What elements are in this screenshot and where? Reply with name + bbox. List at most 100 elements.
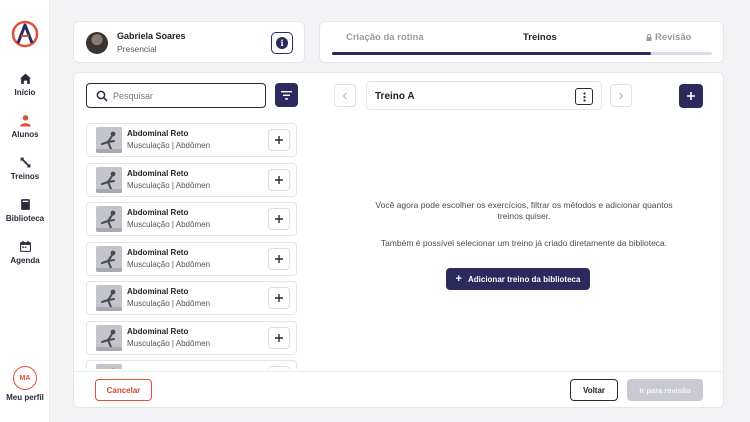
add-workout-button[interactable] xyxy=(679,84,703,108)
exercise-figure-icon xyxy=(96,245,122,272)
exercise-list: Abdominal Reto Musculação | Abdômen Abdomi… xyxy=(86,123,298,369)
filter-icon xyxy=(281,90,292,100)
sidebar-item-label: Agenda xyxy=(10,256,40,265)
exercise-item[interactable]: Abdominal Reto Musculação | Abdômen xyxy=(86,162,297,197)
plus-icon xyxy=(275,254,283,263)
exercise-figure-icon xyxy=(96,127,122,153)
steps-progress-track xyxy=(332,52,712,55)
profile-label[interactable]: Meu perfil xyxy=(0,393,50,402)
add-from-library-button[interactable]: + Adicionar treino da biblioteca xyxy=(446,268,590,290)
exercise-name: Abdominal Reto xyxy=(127,326,189,336)
empty-state-message: Você agora pode escolher os exercícios, … xyxy=(375,200,673,221)
user-icon xyxy=(19,115,31,127)
add-exercise-button[interactable] xyxy=(268,366,290,369)
step-revisao-label: Revisão xyxy=(655,32,692,43)
sidebar-item-label: Alunos xyxy=(11,130,39,139)
add-exercise-button[interactable] xyxy=(268,247,290,270)
plus-icon: + xyxy=(455,273,462,285)
search-input[interactable] xyxy=(113,88,261,104)
step-criacao-rotina[interactable]: Criação da rotina xyxy=(346,32,424,43)
exercise-category: Musculação | Abdômen xyxy=(127,141,211,150)
exercise-name: Abdominal Reto xyxy=(127,168,189,178)
add-exercise-button[interactable] xyxy=(268,168,290,191)
plus-icon xyxy=(275,136,283,144)
exercise-name: Abdominal Reto xyxy=(127,287,189,296)
exercise-item[interactable]: Abdominal Reto Musculação | Abdômen xyxy=(86,123,297,157)
sidebar-item-biblioteca[interactable]: Biblioteca xyxy=(0,198,50,223)
sidebar-item-treinos[interactable]: Treinos xyxy=(0,156,50,181)
filter-button[interactable] xyxy=(275,83,298,107)
add-exercise-button[interactable] xyxy=(268,208,290,230)
exercise-category: Musculação | Abdômen xyxy=(127,259,211,269)
student-mode: Presencial xyxy=(117,44,157,54)
chevron-right-icon xyxy=(619,92,624,99)
exercise-thumbnail xyxy=(96,285,122,311)
lock-icon xyxy=(646,34,652,41)
exercise-item[interactable]: Abdominal Reto Musculação | Abdômen xyxy=(86,281,297,315)
calendar-icon xyxy=(19,240,31,252)
kebab-menu-icon xyxy=(582,91,586,102)
add-exercise-button[interactable] xyxy=(268,287,290,309)
book-icon xyxy=(20,199,30,210)
info-icon: i xyxy=(276,37,288,49)
sidebar: Início Alunos Treinos Biblioteca Agenda … xyxy=(0,0,50,422)
student-info-button[interactable]: i xyxy=(271,32,293,54)
sidebar-item-label: Treinos xyxy=(10,172,40,181)
exercise-figure-icon xyxy=(96,206,122,232)
plus-icon xyxy=(275,333,283,342)
step-treinos[interactable]: Treinos xyxy=(523,32,557,43)
exercise-figure-icon xyxy=(96,285,122,311)
search-box xyxy=(86,83,266,108)
workout-title: Treino A xyxy=(375,91,415,102)
exercise-figure-icon xyxy=(96,364,122,369)
search-icon xyxy=(96,90,108,102)
exercise-category: Musculação | Abdômen xyxy=(127,180,211,190)
plus-icon xyxy=(275,294,283,302)
profile-avatar[interactable]: MA xyxy=(13,366,37,390)
sidebar-item-inicio[interactable]: Início xyxy=(0,72,50,97)
cancel-button[interactable]: Cancelar xyxy=(95,379,152,401)
exercise-item[interactable]: Abdominal Reto Musculação | Abdômen xyxy=(86,241,297,276)
exercise-category: Musculação | Abdômen xyxy=(127,338,211,348)
step-revisao: Revisão xyxy=(646,32,691,43)
sidebar-item-agenda[interactable]: Agenda xyxy=(0,240,50,265)
exercise-name: Abdominal Reto xyxy=(127,247,189,257)
add-exercise-button[interactable] xyxy=(268,129,290,151)
student-name: Gabriela Soares xyxy=(117,31,186,41)
plus-icon xyxy=(275,175,283,184)
add-from-library-label: Adicionar treino da biblioteca xyxy=(467,274,581,284)
previous-workout-button[interactable] xyxy=(334,84,356,107)
library-hint-message: Também é possível selecionar um treino j… xyxy=(380,238,668,248)
next-workout-button[interactable] xyxy=(610,84,632,107)
exercise-item[interactable] xyxy=(86,360,297,369)
back-button[interactable]: Voltar xyxy=(570,379,618,401)
plus-icon xyxy=(687,92,695,100)
exercise-name: Abdominal Reto xyxy=(127,129,189,138)
exercise-figure-icon xyxy=(96,324,122,351)
app-logo xyxy=(11,20,39,48)
sidebar-item-label: Biblioteca xyxy=(5,214,45,223)
chevron-left-icon xyxy=(342,92,347,99)
exercise-category: Musculação | Abdômen xyxy=(127,220,211,229)
exercise-figure-icon xyxy=(96,166,122,193)
sidebar-item-alunos[interactable]: Alunos xyxy=(0,114,50,139)
exercise-name: Abdominal Reto xyxy=(127,208,189,217)
add-exercise-button[interactable] xyxy=(268,326,290,349)
exercise-thumbnail xyxy=(96,324,122,351)
steps-card: Criação da rotina Treinos Revisão xyxy=(319,21,724,63)
main-card: Abdominal RetoMusculação | AbdômenAbdomi… xyxy=(73,72,724,408)
exercise-item[interactable]: Abdominal Reto Musculação | Abdômen xyxy=(86,320,297,355)
exercise-thumbnail xyxy=(96,206,122,232)
exercise-item[interactable]: Abdominal Reto Musculação | Abdômen xyxy=(86,202,297,236)
exercise-thumbnail xyxy=(96,364,122,369)
exercise-category: Musculação | Abdômen xyxy=(127,299,211,308)
exercise-thumbnail xyxy=(96,245,122,272)
exercise-thumbnail xyxy=(96,127,122,153)
go-to-review-button[interactable]: Ir para revisão xyxy=(627,379,703,401)
steps-progress-fill xyxy=(332,52,652,55)
exercise-thumbnail xyxy=(96,166,122,193)
student-avatar xyxy=(86,32,108,54)
expand-arrows-icon xyxy=(20,157,30,168)
workout-options-button[interactable] xyxy=(575,88,593,105)
home-icon xyxy=(19,73,31,84)
